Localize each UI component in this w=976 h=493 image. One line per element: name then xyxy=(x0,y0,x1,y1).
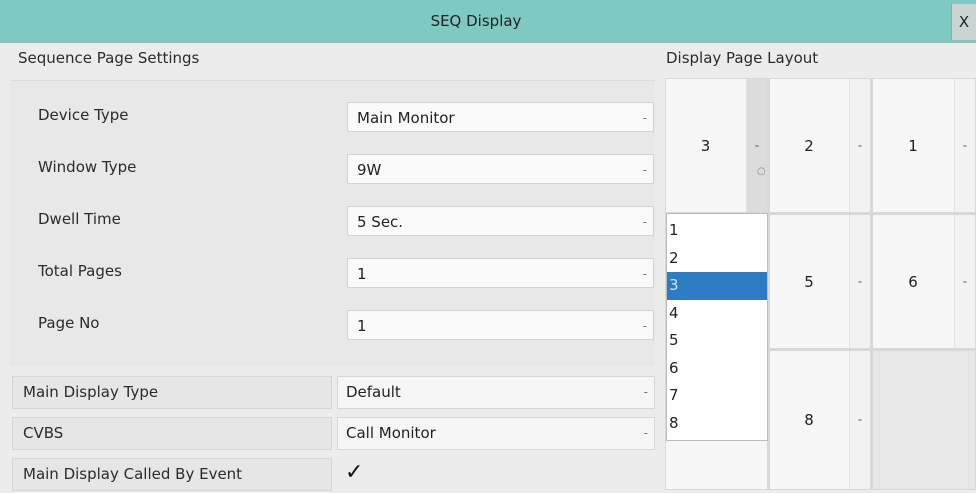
cell-dropdown-button[interactable]: - xyxy=(849,79,870,212)
device-type-value: Main Monitor xyxy=(357,109,455,127)
chevron-down-icon: - xyxy=(642,319,647,333)
total-pages-value: 1 xyxy=(357,265,367,283)
chevron-down-icon: - xyxy=(962,274,968,289)
cell-dropdown-list: 1 2 3 4 5 6 7 8 xyxy=(666,213,768,441)
cell-dropdown-button[interactable]: - xyxy=(849,215,870,348)
layout-cell-2[interactable]: 2 - xyxy=(769,78,871,213)
chevron-down-icon: - xyxy=(857,274,863,289)
main-display-type-value: Default xyxy=(346,383,401,401)
cell-value: 6 xyxy=(908,272,918,291)
sequence-settings-panel: Device Type Main Monitor - Window Type 9… xyxy=(10,80,655,366)
dropdown-option-8[interactable]: 8 xyxy=(667,410,767,438)
cell-value: 1 xyxy=(908,136,918,155)
dropdown-option-3[interactable]: 3 xyxy=(667,272,767,300)
dropdown-option-7[interactable]: 7 xyxy=(667,382,767,410)
chevron-down-icon: - xyxy=(642,267,647,281)
chevron-down-icon: - xyxy=(962,138,968,153)
cvbs-label: CVBS xyxy=(12,417,332,450)
device-type-select[interactable]: Main Monitor - xyxy=(347,102,654,132)
cell-value: 8 xyxy=(804,411,814,429)
page-no-value: 1 xyxy=(357,317,367,335)
cvbs-select[interactable]: Call Monitor - xyxy=(337,417,655,450)
dropdown-option-1[interactable]: 1 xyxy=(667,217,767,245)
device-type-label: Device Type xyxy=(38,106,129,124)
cell-value: 3 xyxy=(700,136,711,155)
cell-value: 5 xyxy=(804,272,814,291)
called-by-event-checkbox[interactable]: ✓ xyxy=(337,458,655,491)
chevron-down-icon: - xyxy=(754,138,760,153)
layout-cell-5[interactable]: 5 - xyxy=(769,214,871,349)
layout-cell-3[interactable]: 1 - xyxy=(872,78,976,213)
called-by-event-label: Main Display Called By Event xyxy=(12,458,332,491)
cvbs-value: Call Monitor xyxy=(346,424,436,442)
dropdown-option-2[interactable]: 2 xyxy=(667,245,767,273)
layout-cell-1[interactable]: 3 - xyxy=(665,78,768,213)
dwell-time-value: 5 Sec. xyxy=(357,213,404,231)
chevron-down-icon: - xyxy=(642,163,647,177)
page-no-label: Page No xyxy=(38,314,100,332)
total-pages-select[interactable]: 1 - xyxy=(347,258,654,288)
window-type-value: 9W xyxy=(357,161,382,179)
window-title: SEQ Display xyxy=(430,12,522,30)
cell-dropdown-button[interactable]: - xyxy=(954,79,975,212)
chevron-down-icon: - xyxy=(857,412,863,428)
main-display-type-label: Main Display Type xyxy=(12,376,332,409)
layout-cell-8[interactable]: 8 - xyxy=(769,350,871,490)
dropdown-option-5[interactable]: 5 xyxy=(667,327,767,355)
chevron-down-icon: - xyxy=(857,138,863,153)
cell-dropdown-button[interactable]: - xyxy=(849,351,870,489)
total-pages-label: Total Pages xyxy=(38,262,122,280)
page-no-select[interactable]: 1 - xyxy=(347,310,654,340)
chevron-down-icon: - xyxy=(642,111,647,125)
cell-dropdown-button[interactable]: - xyxy=(746,79,767,212)
cell-value: 2 xyxy=(804,136,814,155)
window-type-label: Window Type xyxy=(38,158,137,176)
layout-cell-6[interactable]: 6 - xyxy=(872,214,976,349)
dwell-time-label: Dwell Time xyxy=(38,210,121,228)
display-layout-title: Display Page Layout xyxy=(666,49,819,67)
dwell-time-select[interactable]: 5 Sec. - xyxy=(347,206,654,236)
title-bar: SEQ Display X xyxy=(0,0,976,43)
chevron-down-icon: - xyxy=(642,215,647,229)
layout-cell-9 xyxy=(872,350,976,490)
sequence-settings-title: Sequence Page Settings xyxy=(18,49,200,67)
chevron-down-icon: - xyxy=(643,385,648,399)
checkmark-icon: ✓ xyxy=(345,460,364,485)
window-type-select[interactable]: 9W - xyxy=(347,154,654,184)
dropdown-option-6[interactable]: 6 xyxy=(667,355,767,383)
mouse-cursor-icon: ○ xyxy=(757,166,766,177)
main-display-type-select[interactable]: Default - xyxy=(337,376,655,409)
close-button[interactable]: X xyxy=(951,4,976,40)
chevron-down-icon: - xyxy=(643,426,648,440)
dropdown-option-4[interactable]: 4 xyxy=(667,300,767,328)
cell-dropdown-button[interactable]: - xyxy=(954,215,975,348)
